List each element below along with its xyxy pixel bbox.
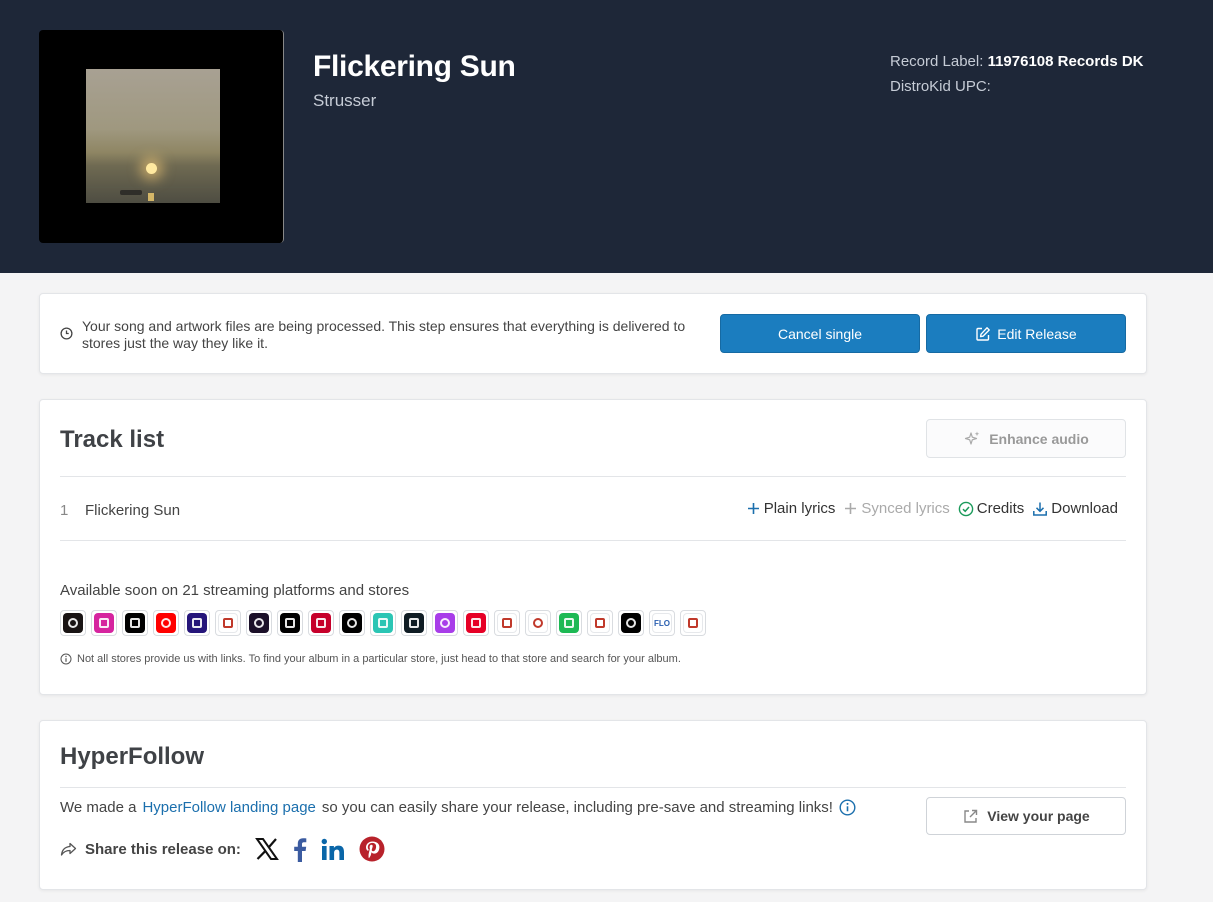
- tidal-icon: [277, 610, 303, 636]
- melon-icon: [680, 610, 706, 636]
- record-label-value: 11976108 Records DK: [987, 53, 1144, 70]
- check-circle-icon: [958, 501, 974, 516]
- sparkle-icon: [965, 431, 980, 445]
- flo-icon: FLO: [649, 610, 675, 636]
- tencent-icon: [494, 610, 520, 636]
- divider: [60, 476, 1126, 477]
- adaptr-icon: [618, 610, 644, 636]
- store-icons: FLO: [60, 610, 706, 636]
- upc-caption: DistroKid UPC:: [890, 78, 991, 95]
- external-link-icon: [964, 809, 978, 823]
- credits-label: Credits: [976, 500, 1025, 517]
- cancel-single-button[interactable]: Cancel single: [720, 314, 920, 353]
- amazon-music-icon: [184, 610, 210, 636]
- cancel-single-label: Cancel single: [777, 325, 863, 342]
- tracklist-title: Track list: [60, 426, 165, 453]
- credits-link[interactable]: Credits: [958, 500, 1025, 517]
- tiktok-icon: [122, 610, 148, 636]
- edit-release-label: Edit Release: [997, 325, 1077, 342]
- hyperfollow-card: HyperFollow We made a HyperFollow landin…: [39, 720, 1147, 890]
- artwork-image: [86, 69, 220, 203]
- clock-icon: [60, 327, 73, 340]
- hyperfollow-description: We made a HyperFollow landing page so yo…: [60, 799, 856, 816]
- youtube-music-icon: [153, 610, 179, 636]
- hyperfollow-title: HyperFollow: [60, 743, 205, 770]
- view-page-button[interactable]: View your page: [926, 797, 1126, 835]
- stores-note-text: Not all stores provide us with links. To…: [77, 653, 681, 665]
- download-icon: [1033, 502, 1048, 516]
- instagram-icon: [91, 610, 117, 636]
- divider: [60, 540, 1126, 541]
- pandora-icon: [215, 610, 241, 636]
- download-label: Download: [1051, 500, 1118, 517]
- spotify-icon: [60, 610, 86, 636]
- plain-lyrics-label: Plain lyrics: [763, 500, 836, 517]
- edit-icon: [976, 326, 991, 341]
- track-name: Flickering Sun: [85, 502, 181, 519]
- jiosaavn-icon: [370, 610, 396, 636]
- plus-icon: [747, 503, 759, 514]
- view-page-label: View your page: [987, 808, 1090, 824]
- synced-lyrics-link[interactable]: Synced lyrics: [843, 500, 950, 517]
- x-icon[interactable]: [254, 838, 279, 860]
- qobuz-icon: [339, 610, 365, 636]
- release-title: Flickering Sun: [313, 50, 516, 83]
- enhance-audio-button[interactable]: Enhance audio: [926, 419, 1126, 458]
- kkbox-icon: [525, 610, 551, 636]
- release-meta: Record Label: 11976108 Records DK Distro…: [890, 49, 1144, 99]
- plus-icon: [845, 503, 857, 514]
- tracklist-card: Track list Enhance audio 1 Flickering Su…: [39, 399, 1147, 695]
- boomplay-icon: [401, 610, 427, 636]
- enhance-audio-label: Enhance audio: [989, 430, 1089, 447]
- pinterest-icon[interactable]: [359, 836, 385, 862]
- info-icon[interactable]: [839, 799, 856, 816]
- audiomack-icon: [556, 610, 582, 636]
- netease-icon: [463, 610, 489, 636]
- hyperfollow-text-before: We made a: [60, 799, 137, 816]
- share-label: Share this release on:: [85, 840, 241, 858]
- available-platforms-text: Available soon on 21 streaming platforms…: [60, 582, 410, 599]
- plain-lyrics-link[interactable]: Plain lyrics: [746, 500, 836, 517]
- hyperfollow-link[interactable]: HyperFollow landing page: [142, 799, 315, 816]
- synced-lyrics-label: Synced lyrics: [861, 500, 950, 517]
- hyperfollow-text-after: so you can easily share your release, in…: [321, 799, 833, 816]
- share-icon: [60, 842, 77, 856]
- edit-release-button[interactable]: Edit Release: [926, 314, 1126, 353]
- record-label-row: Record Label: 11976108 Records DK: [890, 49, 1144, 74]
- download-link[interactable]: Download: [1032, 500, 1118, 517]
- stores-note: Not all stores provide us with links. To…: [60, 653, 681, 665]
- divider: [60, 787, 1126, 788]
- release-header: Flickering Sun Strusser Record Label: 11…: [0, 0, 1213, 273]
- social-links: [254, 836, 385, 862]
- release-artist: Strusser: [313, 91, 377, 110]
- facebook-icon[interactable]: [293, 837, 307, 862]
- share-row: Share this release on:: [60, 836, 385, 862]
- anghami-icon: [432, 610, 458, 636]
- iheartradio-icon: [308, 610, 334, 636]
- deezer-icon: [246, 610, 272, 636]
- upc-row: DistroKid UPC:: [890, 74, 1144, 99]
- info-icon: [60, 653, 72, 665]
- processing-message: Your song and artwork files are being pr…: [82, 318, 686, 351]
- record-label-caption: Record Label:: [890, 53, 984, 70]
- linkedin-icon[interactable]: [321, 838, 345, 861]
- processing-card: Your song and artwork files are being pr…: [39, 293, 1147, 374]
- track-actions: Plain lyrics Synced lyrics Credits Downl…: [746, 500, 1118, 517]
- track-number: 1: [60, 502, 69, 519]
- ximalaya-icon: [587, 610, 613, 636]
- release-artwork: [39, 30, 284, 243]
